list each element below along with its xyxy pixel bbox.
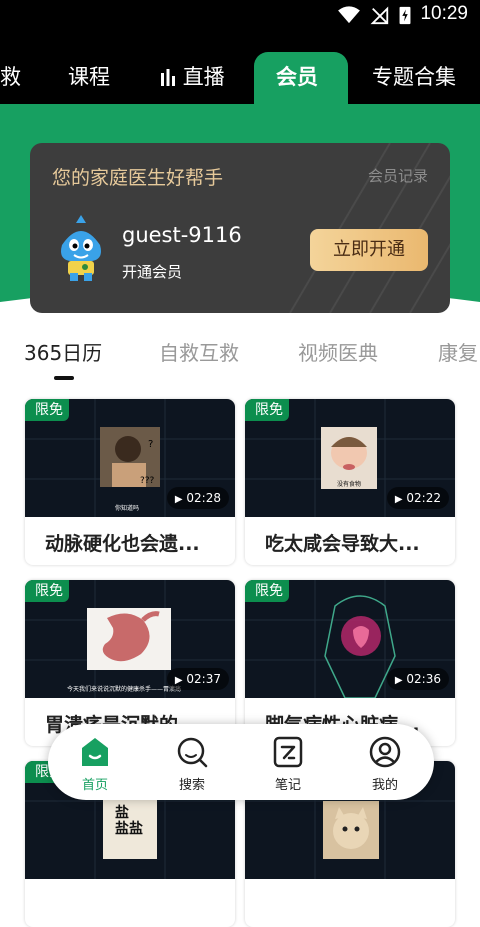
open-membership-button[interactable]: 立即开通 (310, 229, 428, 271)
no-signal-icon (370, 6, 389, 25)
membership-status: 开通会员 (122, 263, 183, 281)
video-title: 动脉硬化也会遗... (45, 533, 200, 555)
card-slogan: 您的家庭医生好帮手 (52, 167, 224, 189)
video-card[interactable]: ???? 你知道吗 限免 ▶ 02:28 动脉硬化也会遗... (25, 399, 235, 565)
free-badge: 限免 (25, 399, 69, 421)
nav-profile-label: 我的 (371, 778, 398, 793)
bar-chart-icon (161, 69, 175, 86)
avatar[interactable] (52, 215, 110, 281)
thumbnail-image (87, 608, 171, 670)
tab-live-label: 直播 (182, 65, 225, 89)
battery-charging-icon (399, 6, 411, 25)
thumbnail-caption: 没有食物 (337, 481, 362, 488)
video-thumbnail: 没有食物 限免 ▶ 02:22 (245, 399, 455, 517)
free-badge: 限免 (245, 580, 289, 602)
video-thumbnail: 今天我们来说说沉默的健康杀手——胃溃疡 限免 ▶ 02:37 (25, 580, 235, 698)
home-icon (82, 738, 108, 766)
video-thumbnail: 限免 ▶ 02:36 (245, 580, 455, 698)
thumbnail-image (323, 801, 379, 859)
notes-icon (273, 736, 303, 768)
category-tab-self-rescue[interactable]: 自救互救 (159, 337, 239, 366)
profile-icon (369, 736, 401, 768)
video-card[interactable]: 没有食物 限免 ▶ 02:22 吃太咸会导致大... (245, 399, 455, 565)
video-duration: ▶ 02:28 (166, 487, 229, 509)
thumbnail-caption: 你知道吗 (115, 505, 140, 512)
thumbnail-image: 盐 盐盐 (103, 799, 157, 859)
category-tab-video-encyclopedia[interactable]: 视频医典 (298, 337, 378, 366)
tab-rescue[interactable]: 救 (0, 32, 21, 104)
thumbnail-caption: 盐 盐盐 (115, 805, 143, 837)
tab-live[interactable]: 直播 (160, 32, 225, 104)
nav-notes[interactable]: 笔记 (253, 724, 323, 800)
tab-membership[interactable]: 会员 (276, 32, 318, 104)
nav-search-label: 搜索 (178, 778, 205, 793)
video-card[interactable]: 今天我们来说说沉默的健康杀手——胃溃疡 限免 ▶ 02:37 胃溃疡是沉默的..… (25, 580, 235, 746)
video-title: 吃太咸会导致大... (265, 533, 420, 555)
status-bar: 10:29 (0, 0, 480, 32)
member-record-link[interactable]: 会员记录 (368, 165, 428, 186)
video-card[interactable]: 限免 ▶ 02:36 脚气病性心脏病... (245, 580, 455, 746)
category-tab-rehab[interactable]: 康复 (438, 337, 478, 366)
tab-courses[interactable]: 课程 (68, 32, 110, 104)
nav-notes-label: 笔记 (274, 778, 301, 793)
category-tab-calendar[interactable]: 365日历 (24, 337, 102, 366)
video-duration: ▶ 02:36 (386, 668, 449, 690)
nav-search[interactable]: 搜索 (157, 724, 227, 800)
bottom-navigation: 首页 搜索 笔记 我的 (48, 724, 434, 800)
nav-home-label: 首页 (81, 778, 108, 793)
tab-topics[interactable]: 专题合集 (372, 32, 456, 104)
thumbnail-image: ???? (100, 427, 160, 487)
nav-home[interactable]: 首页 (60, 724, 130, 800)
free-badge: 限免 (245, 399, 289, 421)
thumbnail-caption: 今天我们来说说沉默的健康杀手——胃溃疡 (67, 686, 182, 693)
status-time: 10:29 (420, 3, 468, 24)
username: guest-9116 (122, 223, 242, 247)
nav-profile[interactable]: 我的 (350, 724, 420, 800)
video-duration: ▶ 02:22 (386, 487, 449, 509)
search-icon (177, 737, 208, 768)
svg-text:???: ??? (140, 476, 155, 486)
video-thumbnail: ???? 你知道吗 限免 ▶ 02:28 (25, 399, 235, 517)
wifi-icon (338, 6, 360, 24)
svg-text:?: ? (148, 439, 153, 450)
free-badge: 限免 (25, 580, 69, 602)
video-duration: ▶ 02:37 (166, 668, 229, 690)
membership-card: 您的家庭医生好帮手 会员记录 guest-9116 开通会员 立即开通 (30, 143, 450, 313)
category-active-indicator (54, 376, 74, 380)
